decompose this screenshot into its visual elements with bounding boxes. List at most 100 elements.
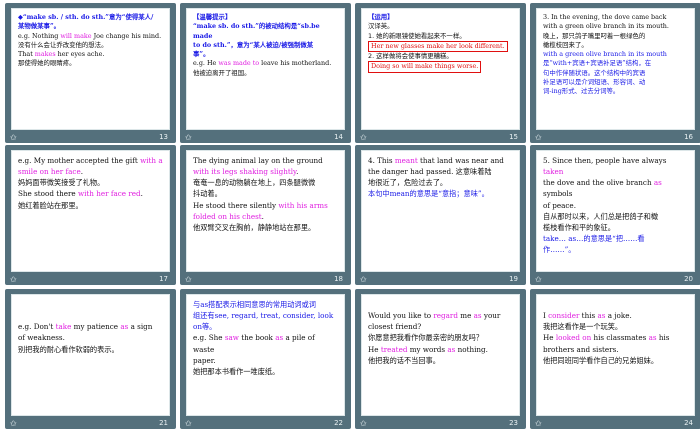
slide-text-line: 【运用】	[368, 13, 513, 22]
slide-transition-star-icon[interactable]: ✩	[360, 133, 367, 142]
text-run: Would you like to	[368, 311, 434, 321]
text-run: to do sth.”，意为“某人被迫/被强制做某	[193, 40, 314, 49]
slide-content: ◆“make sb. / sth. do sth.”意为“使得某人/某物做某事”…	[11, 8, 170, 130]
slide-text-line: e.g. He was made to leave his motherland…	[193, 59, 338, 68]
slide-text-line: 事”。	[193, 50, 338, 59]
slide-text-line: 词-ing形式、过去分词等。	[543, 87, 688, 96]
slide-thumbnail[interactable]: I consider this as a joke. 我把这看作是一个玩笑。 He …	[530, 289, 700, 429]
slide-content: 3. In the evening, the dove came back wit…	[536, 8, 695, 130]
text-run: this	[579, 311, 598, 321]
text-run: with a	[140, 156, 163, 165]
slide-text-line: 是“with+宾语+宾语补足语”结构，在	[543, 59, 688, 68]
text-run: e.g. Don't	[18, 322, 56, 332]
slide-number: 23	[509, 419, 518, 427]
slide-text-line	[18, 299, 163, 310]
slide-thumbnail[interactable]: Would you like to regard me as your close…	[355, 289, 526, 429]
slide-thumbnail[interactable]: e.g. My mother accepted the gift with as…	[5, 145, 176, 285]
text-run: his	[656, 333, 670, 343]
slide-content: 【温馨提示】 “make sb. do sth.”的被动结构是“sb.be mad…	[186, 8, 345, 130]
text-run: .	[296, 167, 299, 177]
slide-number: 20	[684, 275, 693, 283]
text-run: treated	[380, 344, 408, 354]
slide-transition-star-icon[interactable]: ✩	[10, 275, 17, 284]
text-run: on等。	[193, 322, 217, 332]
text-run: 她红着脸站在那里。	[18, 200, 83, 210]
slide-text-line: e.g. Don't take my patience as a sign	[18, 321, 163, 332]
text-run: “make sb. do sth.”的被动结构是“sb.be made	[193, 22, 320, 40]
text-run: the book	[238, 333, 276, 343]
slide-text-line: 5. Since then, people have always taken	[543, 155, 688, 177]
slide-text-line: 4. This meant that land was near and	[368, 155, 513, 166]
text-run: a joke.	[605, 311, 632, 321]
slide-text-line: ◆“make sb. / sth. do sth.”意为“使得某人/	[18, 13, 163, 22]
text-run: 她把那本书看作一堆废纸。	[193, 366, 280, 376]
text-run: 抖动着。	[193, 189, 222, 199]
text-run: e.g. My mother accepted the gift	[18, 156, 141, 165]
slide-number: 18	[334, 275, 343, 283]
slide-transition-star-icon[interactable]: ✩	[535, 133, 542, 142]
slide-thumbnail[interactable]: ◆“make sb. / sth. do sth.”意为“使得某人/某物做某事”…	[5, 3, 176, 143]
slide-text-line: Would you like to regard me as your	[368, 310, 513, 321]
text-run: Doing so will make things worse.	[368, 61, 482, 73]
slide-text-line: 别把我的耐心看作软弱的表示。	[18, 344, 163, 355]
slide-text-line: Her new glasses make her look different.	[368, 40, 513, 53]
slide-text-line: 1. 她的新眼镜使她看起来不一样。	[368, 32, 513, 41]
text-run: He	[368, 344, 381, 354]
slide-transition-star-icon[interactable]: ✩	[360, 419, 367, 428]
slide-transition-star-icon[interactable]: ✩	[185, 419, 192, 428]
slide-text-line: 奄奄一息的动物躺在地上，四条腿微微	[193, 177, 338, 188]
text-run: brothers and sisters.	[543, 344, 619, 354]
slide-thumbnail[interactable]: 5. Since then, people have always taken t…	[530, 145, 700, 285]
text-run: Her new glasses make her look different.	[368, 40, 508, 53]
slide-text-line: e.g. Nothing will make Joe change his mi…	[18, 32, 163, 41]
text-run: 榄枝看作和平的象征。	[543, 222, 615, 232]
slide-text-line: She stood there with her face red.	[18, 188, 163, 199]
slide-number: 15	[509, 133, 518, 141]
slide-thumbnail[interactable]: 3. In the evening, the dove came back wit…	[530, 3, 700, 143]
slide-transition-star-icon[interactable]: ✩	[10, 419, 17, 428]
slide-text-line: 汉译英。	[368, 22, 513, 31]
text-run: was made to	[218, 59, 260, 68]
text-run: ◆“make sb. / sth. do sth.”意为“使得某人/	[18, 13, 154, 21]
text-run: take	[55, 322, 72, 332]
slide-text-line: 组还有see, regard, treat, consider, look	[193, 310, 338, 321]
slide-text-line: of peace.	[543, 200, 688, 211]
text-run: leave his motherland.	[259, 59, 332, 68]
slide-text-line: 你愿意把我看作你最亲密的朋友吗？	[368, 332, 513, 343]
slide-text-line: take… as…的意思是“把……看	[543, 233, 688, 244]
slide-content: e.g. Don't take my patience as a sign of …	[11, 294, 170, 416]
slide-thumbnail[interactable]: 4. This meant that land was near and the …	[355, 145, 526, 285]
text-run: folded on his chest	[193, 211, 262, 221]
slide-transition-star-icon[interactable]: ✩	[185, 275, 192, 284]
text-run: of peace.	[543, 200, 576, 210]
text-run: 与as搭配表示相同意思的常用动词或词	[193, 300, 316, 309]
text-run: nothing.	[455, 344, 488, 354]
slide-thumbnail[interactable]: The dying animal lay on the ground with i…	[180, 145, 351, 285]
slide-transition-star-icon[interactable]: ✩	[535, 419, 542, 428]
slide-text-line: 他被迫离开了祖国。	[193, 69, 338, 78]
slide-text-line: e.g. My mother accepted the gift with a	[18, 155, 163, 166]
slide-number: 24	[684, 419, 693, 427]
slide-thumbnail[interactable]: 【运用】 汉译英。 1. 她的新眼镜使她看起来不一样。 Her new glasses…	[355, 3, 526, 143]
slide-text-line: 3. In the evening, the dove came back	[543, 13, 688, 22]
slide-transition-star-icon[interactable]: ✩	[535, 275, 542, 284]
slide-text-line: 本句中mean的意思是“意指；意味”。	[368, 188, 513, 199]
text-run: 4. This	[368, 156, 395, 165]
text-run: 5. Since then, people have always	[543, 156, 667, 165]
slide-text-line: He treated my words as nothing.	[368, 344, 513, 355]
slide-transition-star-icon[interactable]: ✩	[360, 275, 367, 284]
slide-thumbnail[interactable]: e.g. Don't take my patience as a sign of …	[5, 289, 176, 429]
text-run: 你愿意把我看作你最亲密的朋友吗？	[368, 333, 484, 343]
slide-text-line: I consider this as a joke.	[543, 310, 688, 321]
text-run: as	[275, 333, 284, 343]
slide-transition-star-icon[interactable]: ✩	[185, 133, 192, 142]
slide-text-line: with a green olive branch in its mouth	[543, 50, 688, 59]
text-run: The dying animal lay on the ground	[193, 156, 323, 165]
slide-thumbnail[interactable]: 【温馨提示】 “make sb. do sth.”的被动结构是“sb.be mad…	[180, 3, 351, 143]
text-run: smile on her face	[18, 167, 81, 177]
slide-transition-star-icon[interactable]: ✩	[10, 133, 17, 142]
slide-thumbnail[interactable]: 与as搭配表示相同意思的常用动词或词 组还有see, regard, treat,…	[180, 289, 351, 429]
slide-content: 4. This meant that land was near and the …	[361, 150, 520, 272]
text-run: 别把我的耐心看作软弱的表示。	[18, 344, 119, 354]
slide-number: 22	[334, 419, 343, 427]
